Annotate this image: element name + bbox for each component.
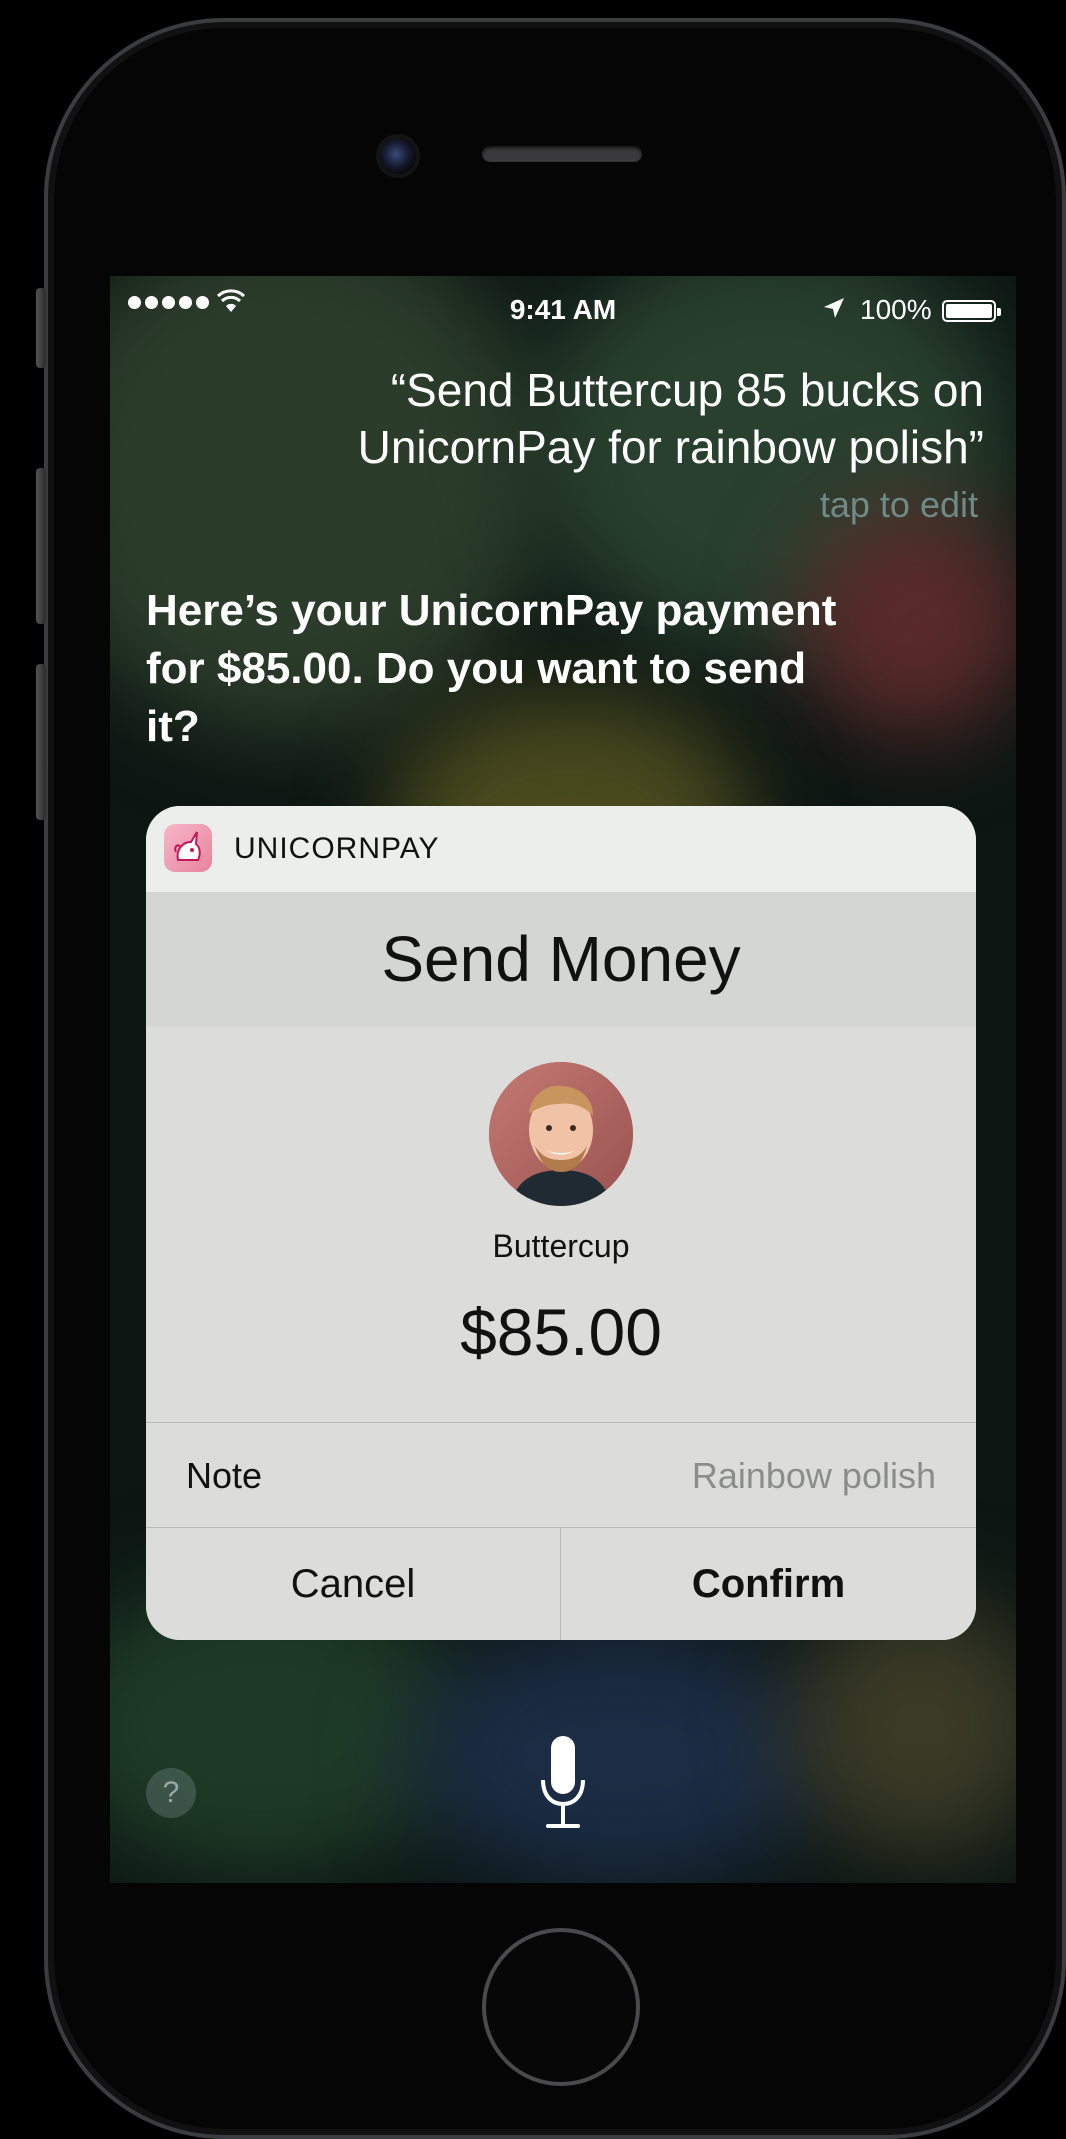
- recipient-name: Buttercup: [492, 1228, 630, 1264]
- help-button[interactable]: ?: [146, 1768, 196, 1818]
- home-button[interactable]: [482, 1928, 640, 2086]
- card-body: Buttercup $85.00: [146, 1026, 976, 1422]
- siri-query-text[interactable]: “Send Buttercup 85 bucks on UnicornPay f…: [224, 362, 984, 476]
- tap-to-edit-link[interactable]: tap to edit: [820, 484, 978, 526]
- card-title-area: Send Money: [146, 892, 976, 1027]
- earpiece-speaker: [482, 146, 642, 162]
- payment-amount: $85.00: [460, 1295, 662, 1369]
- note-row: Note Rainbow polish: [146, 1422, 976, 1528]
- volume-up-button: [36, 468, 46, 624]
- location-arrow-icon: [824, 298, 844, 318]
- siri-response-text: Here’s your UnicornPay payment for $85.0…: [146, 586, 837, 751]
- card-title: Send Money: [381, 923, 741, 995]
- unicorn-icon: [174, 831, 201, 861]
- app-name: UNICORNPAY: [234, 832, 440, 865]
- unicornpay-app-icon: [164, 824, 212, 872]
- confirm-button[interactable]: Confirm: [561, 1528, 976, 1640]
- status-bar: 9:41 AM 100%: [110, 286, 1016, 334]
- card-header: UNICORNPAY: [146, 806, 976, 893]
- blur-blob: [410, 1626, 830, 1883]
- front-camera: [380, 138, 416, 174]
- action-buttons: Cancel Confirm: [146, 1528, 976, 1640]
- note-value: Rainbow polish: [691, 1455, 936, 1496]
- recipient-avatar: [489, 1062, 633, 1206]
- mute-switch: [36, 288, 46, 368]
- cancel-button[interactable]: Cancel: [146, 1528, 561, 1640]
- volume-down-button: [36, 664, 46, 820]
- battery-icon: [942, 300, 1001, 322]
- note-label: Note: [186, 1455, 263, 1496]
- siri-screen: 9:41 AM 100% “Send Buttercup 85 bucks on…: [110, 276, 1016, 1883]
- payment-card: UNICORNPAY Send Money Buttercup $85.00 N…: [146, 806, 976, 1640]
- person-avatar-image: [489, 1062, 633, 1206]
- battery-percentage: 100%: [860, 294, 932, 325]
- microphone-icon[interactable]: [538, 1736, 588, 1832]
